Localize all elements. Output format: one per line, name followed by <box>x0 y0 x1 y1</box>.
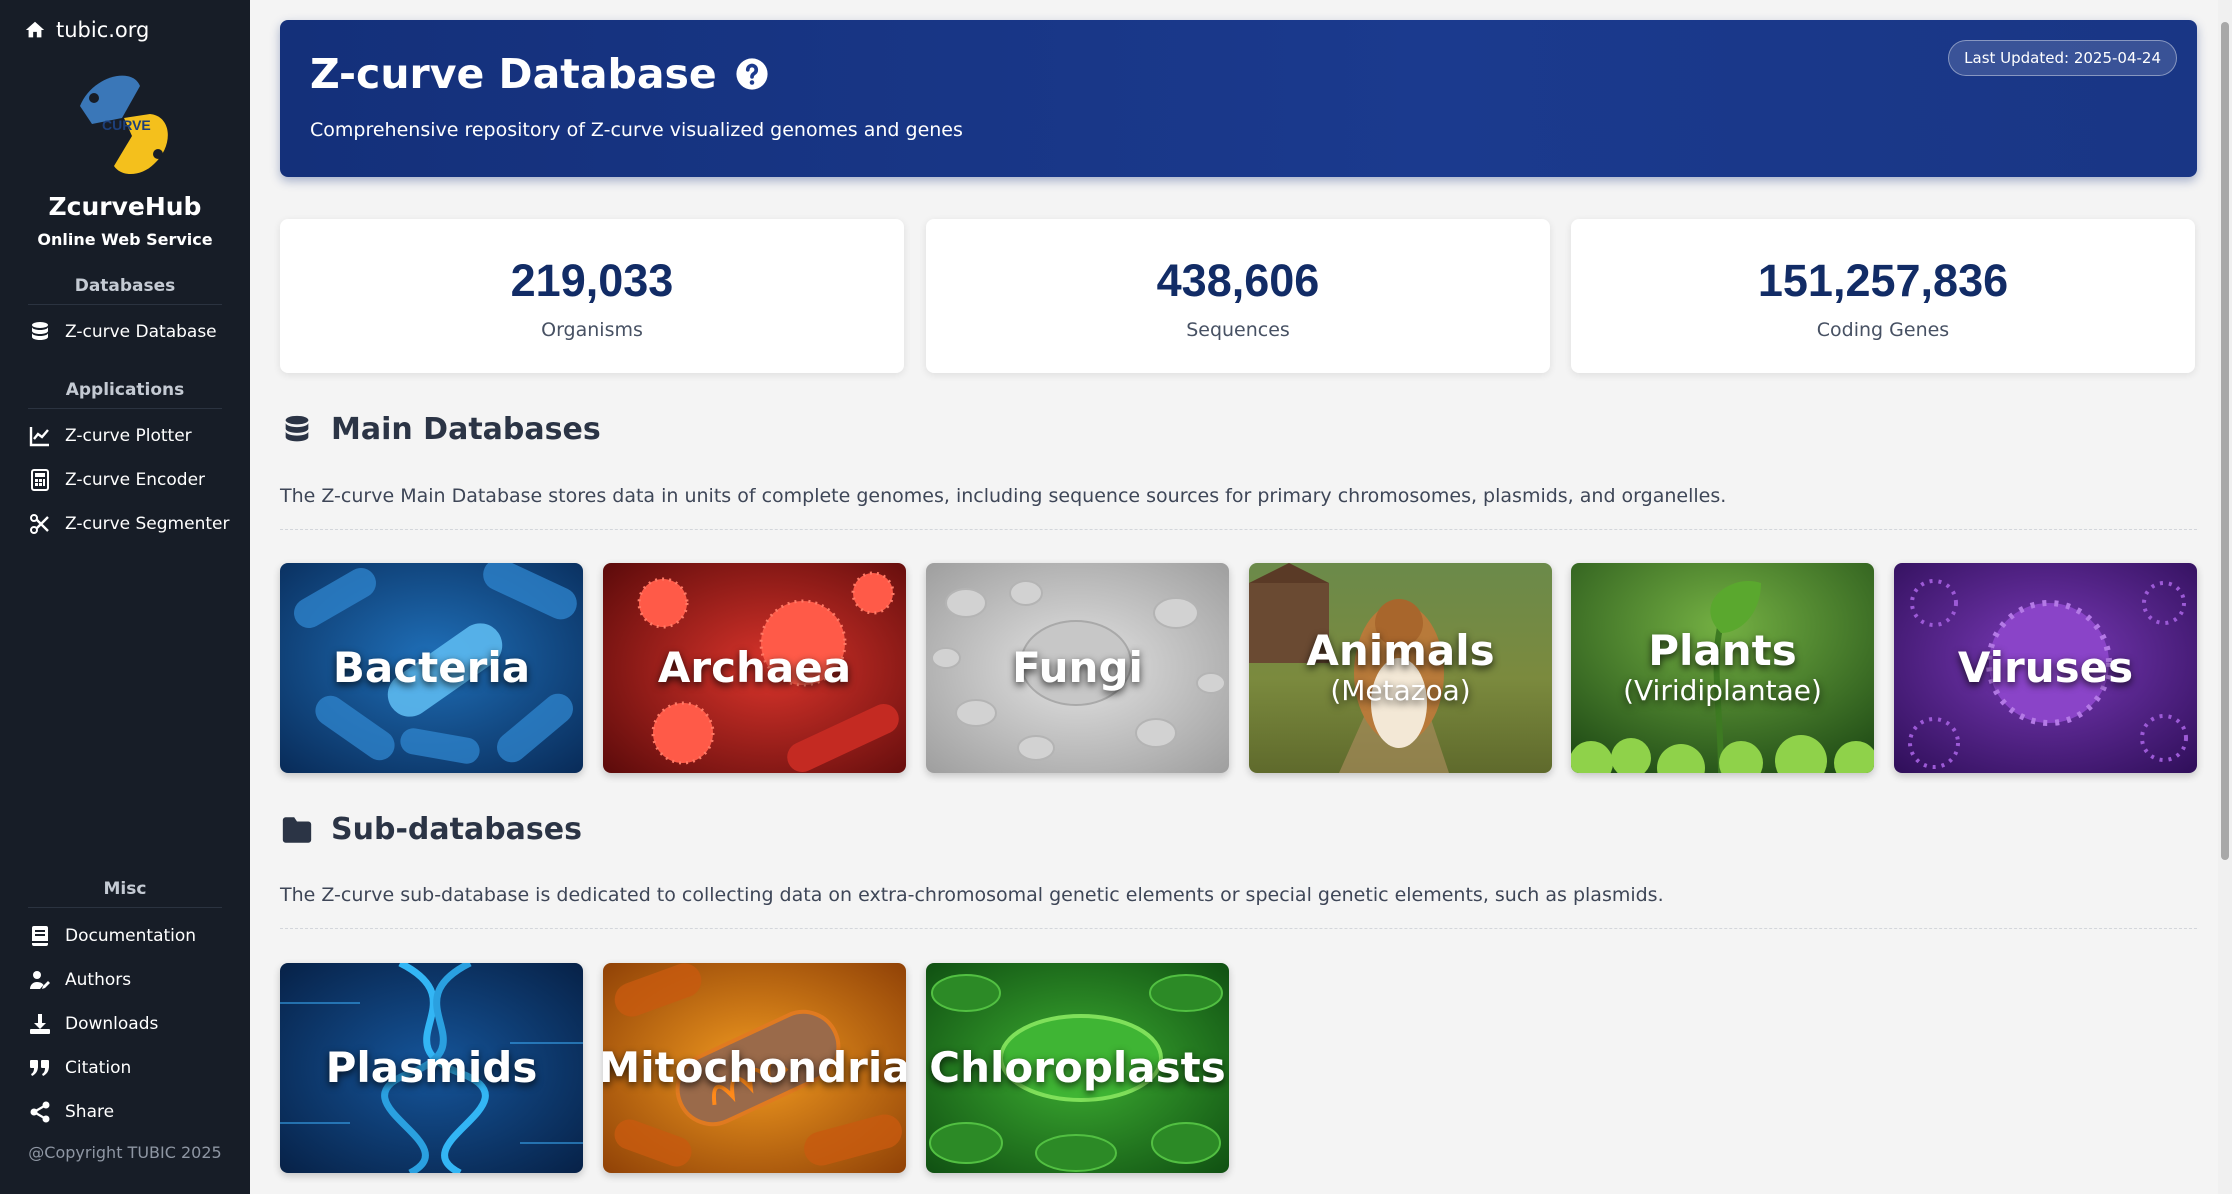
calculator-icon <box>31 469 49 491</box>
section-title: Main Databases <box>331 412 601 447</box>
stat-label: Coding Genes <box>1816 319 1950 341</box>
tile-bacteria[interactable]: Bacteria <box>280 563 583 773</box>
stat-card-coding-genes: 151,257,836 Coding Genes <box>1571 219 2195 373</box>
tile-name: Viruses <box>1957 643 2134 692</box>
stat-value: 438,606 <box>1156 255 1320 306</box>
sidebar-item-citation[interactable]: Citation <box>28 1056 131 1080</box>
tile-name: Archaea <box>657 643 852 692</box>
download-icon <box>30 1014 50 1034</box>
copyright: @Copyright TUBIC 2025 <box>28 1143 222 1162</box>
tile-plasmids[interactable]: Plasmids <box>280 963 583 1173</box>
zcurve-logo[interactable]: CURVE <box>62 66 188 186</box>
tile-name: Bacteria <box>332 643 531 692</box>
sidebar-item-label: Z-curve Encoder <box>65 470 206 490</box>
section-databases: Databases <box>28 276 222 305</box>
sidebar-item-zcurve-database[interactable]: Z-curve Database <box>28 320 217 344</box>
sidebar-item-segmenter[interactable]: Z-curve Segmenter <box>28 512 229 536</box>
page-subtitle: Comprehensive repository of Z-curve visu… <box>310 119 963 141</box>
share-icon <box>30 1101 50 1123</box>
stat-value: 219,033 <box>510 255 674 306</box>
sidebar-item-authors[interactable]: Authors <box>28 968 131 992</box>
sidebar-item-label: Authors <box>65 970 132 990</box>
sidebar-item-share[interactable]: Share <box>28 1100 114 1124</box>
sidebar-item-label: Z-curve Segmenter <box>65 514 230 534</box>
database-icon <box>32 322 48 340</box>
logo-text: CURVE <box>102 117 151 133</box>
sub-databases-heading: Sub-databases <box>280 812 582 847</box>
tile-fungi[interactable]: Fungi <box>926 563 1229 773</box>
tile-name: Animals <box>1306 626 1495 675</box>
sidebar-item-plotter[interactable]: Z-curve Plotter <box>28 424 192 448</box>
sidebar-item-documentation[interactable]: Documentation <box>28 924 196 948</box>
scrollbar-thumb[interactable] <box>2221 22 2229 860</box>
sidebar-item-label: Downloads <box>65 1014 159 1034</box>
tile-viruses[interactable]: Viruses <box>1894 563 2197 773</box>
page-title: Z-curve Database <box>310 50 769 98</box>
tile-subtitle: (Viridiplantae) <box>1623 674 1822 707</box>
main-databases-description: The Z-curve Main Database stores data in… <box>280 485 2197 530</box>
quote-icon <box>30 1060 49 1076</box>
database-icon <box>285 415 309 441</box>
stat-card-sequences: 438,606 Sequences <box>926 219 1550 373</box>
last-updated-badge: Last Updated: 2025-04-24 <box>1948 40 2177 76</box>
tile-mitochondria[interactable]: Mitochondria <box>603 963 906 1173</box>
brand-subtitle: Online Web Service <box>37 230 213 249</box>
sidebar-item-label: Documentation <box>65 926 197 946</box>
sidebar-item-label: Z-curve Plotter <box>65 426 192 446</box>
brand-title: ZcurveHub <box>48 192 202 221</box>
sidebar-item-label: Citation <box>65 1058 132 1078</box>
section-title: Sub-databases <box>331 812 582 847</box>
stat-card-organisms: 219,033 Organisms <box>280 219 904 373</box>
tile-archaea[interactable]: Archaea <box>603 563 906 773</box>
sidebar-item-label: Share <box>65 1102 115 1122</box>
stat-label: Sequences <box>1186 319 1290 341</box>
sidebar: tubic.org CURVE ZcurveHub Online Web Ser… <box>0 0 250 1194</box>
tile-subtitle: (Metazoa) <box>1330 674 1471 707</box>
tile-name: Mitochondria <box>603 1043 906 1092</box>
help-icon[interactable] <box>735 57 769 91</box>
tile-name: Plants <box>1648 626 1797 675</box>
sidebar-item-encoder[interactable]: Z-curve Encoder <box>28 468 205 492</box>
tile-name: Chloroplasts <box>929 1043 1226 1092</box>
page-header: Z-curve Database Comprehensive repositor… <box>280 20 2197 177</box>
sidebar-item-downloads[interactable]: Downloads <box>28 1012 158 1036</box>
book-icon <box>32 926 48 946</box>
main-databases-heading: Main Databases <box>280 412 601 447</box>
tile-chloroplasts[interactable]: Chloroplasts <box>926 963 1229 1173</box>
home-link[interactable]: tubic.org <box>24 18 149 42</box>
tile-name: Plasmids <box>325 1043 538 1092</box>
line-chart-icon <box>29 427 49 447</box>
home-link-label: tubic.org <box>56 18 150 42</box>
tile-plants[interactable]: Plants (Viridiplantae) <box>1571 563 1874 773</box>
section-misc: Misc <box>28 879 222 908</box>
home-icon <box>25 21 45 38</box>
folder-icon <box>282 816 312 843</box>
tile-name: Fungi <box>1012 643 1143 692</box>
stat-value: 151,257,836 <box>1757 255 2009 306</box>
section-applications: Applications <box>28 380 222 409</box>
page-title-text: Z-curve Database <box>310 50 717 98</box>
sidebar-item-label: Z-curve Database <box>65 322 217 342</box>
user-edit-icon <box>30 971 50 989</box>
scissors-icon <box>30 514 49 534</box>
stat-label: Organisms <box>541 319 643 341</box>
page-scrollbar[interactable] <box>2218 0 2232 1194</box>
sub-databases-description: The Z-curve sub-database is dedicated to… <box>280 884 2197 929</box>
tile-animals[interactable]: Animals (Metazoa) <box>1249 563 1552 773</box>
